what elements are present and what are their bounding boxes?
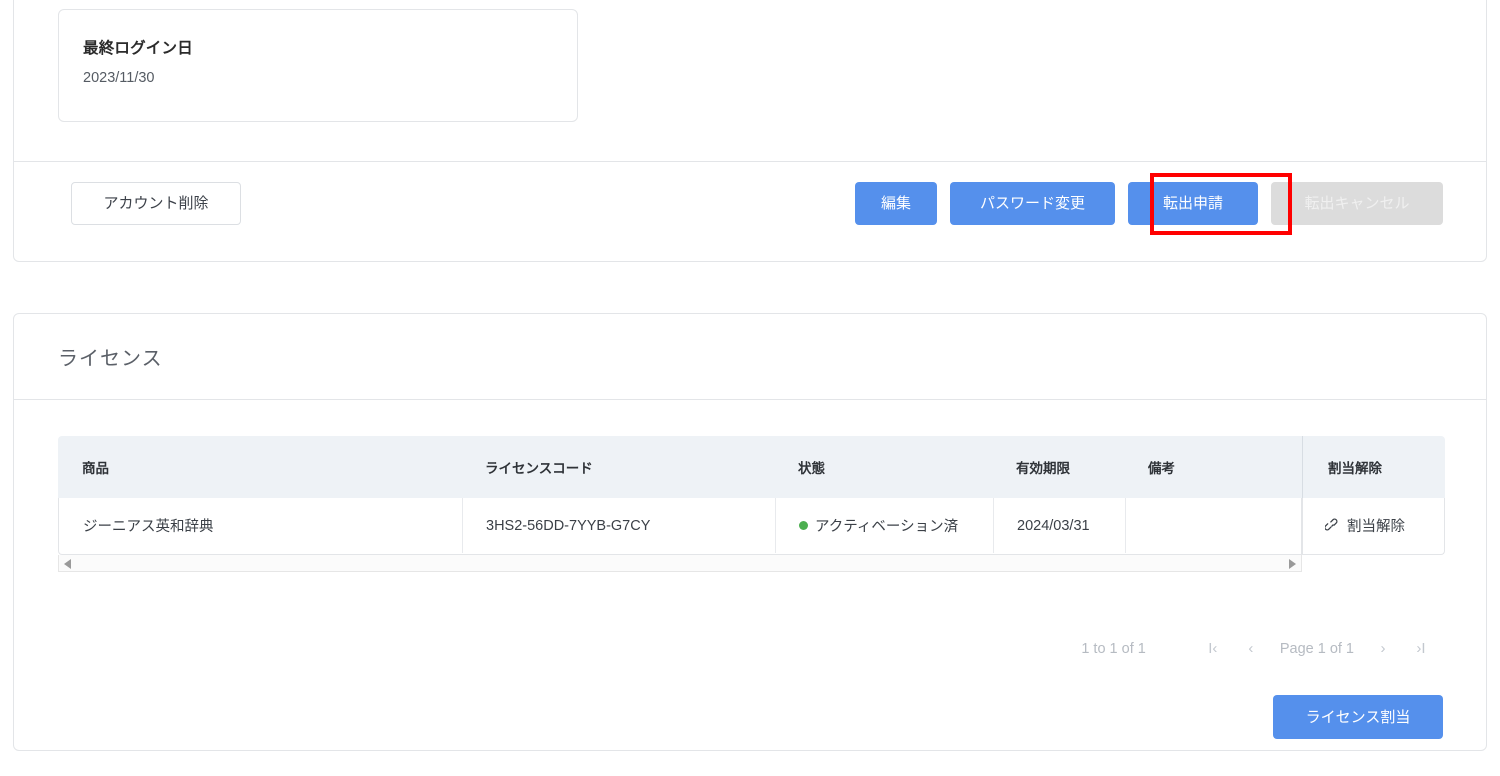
transfer-apply-button[interactable]: 転出申請 — [1128, 182, 1258, 225]
broken-link-icon — [1325, 518, 1340, 533]
unassign-license-button[interactable]: 割当解除 — [1325, 515, 1405, 536]
pinned-table-row: 割当解除 — [1302, 498, 1445, 555]
table-row[interactable]: ジーニアス英和辞典 3HS2-56DD-7YYB-G7CY アクティベーション済… — [58, 498, 1302, 555]
prev-page-button[interactable]: ‹ — [1232, 640, 1270, 657]
cell-expiry: 2024/03/31 — [1017, 517, 1090, 534]
account-action-row: 編集 パスワード変更 転出申請 転出キャンセル — [855, 182, 1443, 225]
cell-product: ジーニアス英和辞典 — [83, 519, 214, 535]
last-login-info-box: 最終ログイン日 2023/11/30 — [58, 9, 578, 122]
unassign-label: 割当解除 — [1347, 519, 1405, 535]
license-card: ライセンス 商品 ライセンスコード 状態 有効期限 備考 ジーニアス英和辞典 3… — [13, 313, 1487, 751]
status-label: アクティベーション済 — [815, 519, 959, 535]
license-grid: 商品 ライセンスコード 状態 有効期限 備考 ジーニアス英和辞典 3HS2-56… — [58, 436, 1445, 601]
assign-license-button[interactable]: ライセンス割当 — [1273, 695, 1443, 739]
column-header-product[interactable]: 商品 — [58, 436, 461, 498]
license-card-divider — [14, 399, 1486, 400]
cell-status: アクティベーション済 — [775, 498, 993, 553]
last-login-label: 最終ログイン日 — [83, 40, 193, 57]
status-dot-icon — [799, 521, 808, 530]
account-card-divider — [14, 161, 1486, 162]
change-password-button[interactable]: パスワード変更 — [950, 182, 1115, 225]
delete-account-button[interactable]: アカウント削除 — [71, 182, 241, 225]
page-summary: 1 to 1 of 1 — [1081, 640, 1146, 657]
account-card: 最終ログイン日 2023/11/30 アカウント削除 編集 パスワード変更 転出… — [13, 0, 1487, 262]
grid-horizontal-scrollbar[interactable] — [58, 555, 1302, 572]
transfer-cancel-button: 転出キャンセル — [1271, 182, 1443, 225]
edit-button[interactable]: 編集 — [855, 182, 937, 225]
license-grid-pinned-region: 割当解除 割当解除 — [1302, 436, 1445, 555]
pinned-header-row: 割当解除 — [1302, 436, 1445, 498]
column-header-status[interactable]: 状態 — [774, 436, 992, 498]
page-indicator: Page 1 of 1 — [1279, 640, 1354, 657]
triangle-right-icon[interactable] — [1289, 559, 1296, 569]
column-header-expiry[interactable]: 有効期限 — [992, 436, 1124, 498]
column-header-remarks[interactable]: 備考 — [1124, 436, 1302, 498]
column-header-license-code[interactable]: ライセンスコード — [461, 436, 774, 498]
cell-remarks — [1125, 498, 1303, 553]
license-grid-header-row: 商品 ライセンスコード 状態 有効期限 備考 — [58, 436, 1302, 498]
first-page-button[interactable]: I‹ — [1194, 640, 1232, 657]
license-grid-main-region: 商品 ライセンスコード 状態 有効期限 備考 ジーニアス英和辞典 3HS2-56… — [58, 436, 1302, 572]
cell-license-code: 3HS2-56DD-7YYB-G7CY — [486, 517, 651, 534]
next-page-button[interactable]: › — [1364, 640, 1402, 657]
last-login-value: 2023/11/30 — [83, 70, 155, 86]
license-section-title: ライセンス — [58, 348, 163, 370]
pagination: 1 to 1 of 1 I‹ ‹ Page 1 of 1 › ›I — [1081, 640, 1440, 657]
column-header-unassign[interactable]: 割当解除 — [1303, 436, 1446, 498]
triangle-left-icon[interactable] — [64, 559, 71, 569]
cell-unassign: 割当解除 — [1303, 498, 1446, 553]
last-page-button[interactable]: ›I — [1402, 640, 1440, 657]
